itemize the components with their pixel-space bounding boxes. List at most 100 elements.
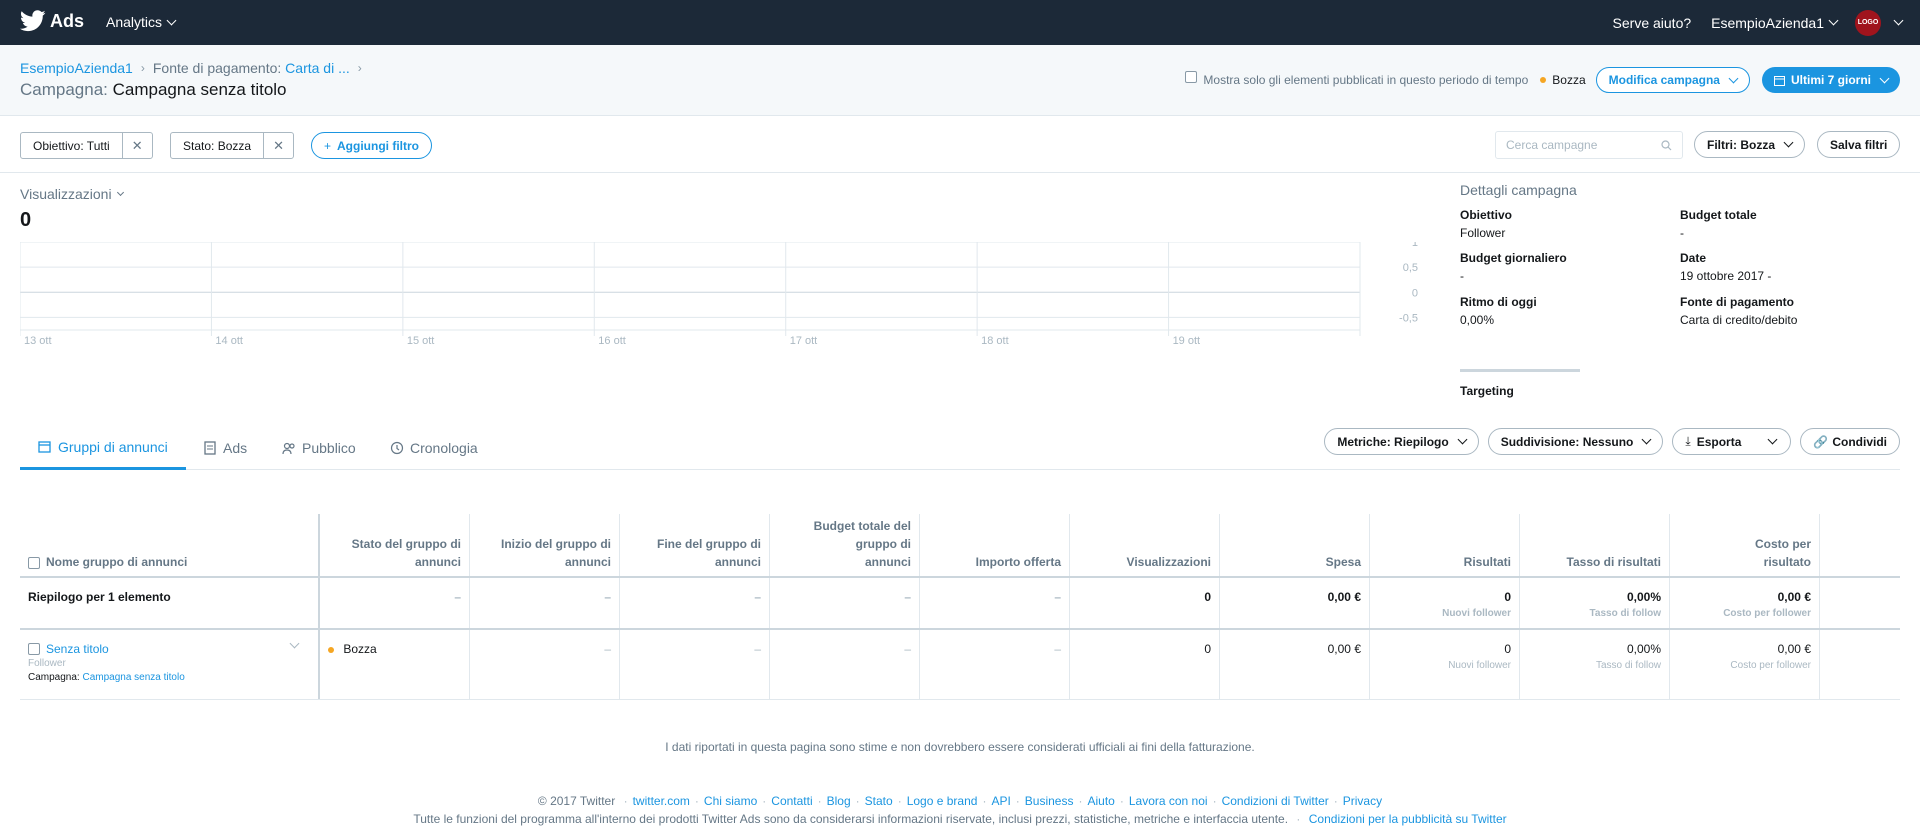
account-menu[interactable]: EsempioAzienda1 LOGO	[1711, 9, 1904, 36]
filters-menu-button[interactable]: Filtri: Bozza	[1694, 131, 1805, 158]
column-header-name[interactable]: Nome gruppo di annunci	[20, 514, 320, 576]
footer-link[interactable]: Lavora con noi	[1129, 794, 1208, 808]
breakdown-menu-button[interactable]: Suddivisione: Nessuno	[1487, 428, 1664, 455]
footer-separator: ·	[1212, 794, 1217, 808]
footer-notice: Tutte le funzioni del programma all'inte…	[413, 812, 1507, 826]
breadcrumb: EsempioAzienda1 › Fonte di pagamento: Ca…	[20, 60, 370, 76]
footer-link[interactable]: Condizioni di Twitter	[1222, 794, 1329, 808]
footer-link[interactable]: Blog	[827, 794, 851, 808]
footer-link[interactable]: Aiuto	[1087, 794, 1114, 808]
footer-link[interactable]: Logo e brand	[907, 794, 978, 808]
footer-link[interactable]: Privacy	[1343, 794, 1382, 808]
select-all-checkbox[interactable]	[28, 557, 40, 569]
tab-ads[interactable]: Ads	[203, 426, 247, 470]
brand-logo[interactable]: Ads	[20, 10, 84, 32]
detail-total-budget: Budget totale -	[1680, 208, 1757, 240]
detail-funding: Fonte di pagamento Carta di credito/debi…	[1680, 295, 1797, 327]
column-header-status[interactable]: Stato del gruppo di annunci	[320, 514, 470, 576]
summary-start: –	[470, 578, 620, 628]
footer-ads-terms-link[interactable]: Condizioni per la pubblicità su Twitter	[1309, 812, 1507, 826]
close-icon[interactable]: ✕	[263, 133, 293, 158]
footer-link[interactable]: twitter.com	[633, 794, 690, 808]
search-icon	[1661, 139, 1672, 150]
breadcrumb-funding-label: Fonte di pagamento:	[152, 60, 282, 76]
row-checkbox[interactable]	[28, 643, 40, 655]
metrics-menu-button[interactable]: Metriche: Riepilogo	[1324, 428, 1479, 455]
summary-end: –	[620, 578, 770, 628]
filter-chip-status[interactable]: Stato: Bozza ✕	[170, 132, 295, 159]
metric-selector[interactable]: Visualizzazioni	[20, 186, 124, 202]
column-header-views[interactable]: Visualizzazioni	[1070, 514, 1220, 576]
footer-notice-text: Tutte le funzioni del programma all'inte…	[413, 812, 1289, 826]
search-placeholder: Cerca campagne	[1506, 138, 1598, 152]
download-icon: ⤓	[1685, 434, 1691, 448]
campaign-link[interactable]: Campagna senza titolo	[82, 672, 184, 683]
chart-x-tick-label: 17 ott	[790, 335, 818, 347]
table-row: Senza titolo Follower Campagna: Campagna…	[20, 630, 1900, 700]
ad-group-link[interactable]: Senza titolo	[46, 642, 109, 656]
column-header-total-budget[interactable]: Budget totale del gruppo di annunci	[770, 514, 920, 576]
page-title-label: Campagna:	[20, 80, 108, 99]
column-header-label: Costo per risultato	[1754, 537, 1811, 569]
summary-views: 0	[1070, 578, 1220, 628]
ad-group-rate: 0,00% Tasso di follow	[1520, 630, 1670, 699]
tab-ad-groups[interactable]: Gruppi di annunci	[20, 426, 186, 470]
views-chart: 13 ott 14 ott 15 ott 16 ott 17 ott 18 ott 19 o…	[20, 242, 1418, 347]
save-filters-button[interactable]: Salva filtri	[1817, 131, 1901, 158]
filters-menu-label: Filtri: Bozza	[1707, 137, 1775, 152]
calendar-icon	[1773, 75, 1785, 86]
share-button[interactable]: 🔗 Condividi	[1800, 428, 1900, 455]
close-icon[interactable]: ✕	[121, 133, 152, 158]
tab-label: Ads	[223, 440, 248, 456]
ad-group-name-cell: Senza titolo Follower Campagna: Campagna…	[20, 630, 320, 699]
summary-spend: 0,00 €	[1220, 578, 1370, 628]
footer-separator: ·	[982, 794, 987, 808]
export-menu-button[interactable]: ⤓ Esporta	[1672, 428, 1792, 455]
breadcrumb-funding-link[interactable]: Carta di ...	[285, 60, 350, 76]
footer-link[interactable]: API	[991, 794, 1010, 808]
column-header-cost[interactable]: Costo per risultato	[1670, 514, 1820, 576]
only-published-checkbox[interactable]	[1185, 71, 1198, 83]
footer-link[interactable]: Contatti	[771, 794, 812, 808]
column-header-label: Budget totale del gruppo di annunci	[813, 519, 911, 569]
add-filter-button[interactable]: + Aggiungi filtro	[311, 132, 432, 159]
chevron-down-icon	[116, 188, 124, 196]
save-filters-label: Salva filtri	[1830, 137, 1888, 152]
detail-value: 0,00%	[1460, 313, 1495, 327]
edit-campaign-button[interactable]: Modifica campagna	[1595, 67, 1750, 93]
column-header-spend[interactable]: Spesa	[1220, 514, 1370, 576]
date-range-button[interactable]: Ultimi 7 giorni	[1761, 67, 1900, 93]
summary-bid: –	[920, 578, 1070, 628]
breadcrumb-account-link[interactable]: EsempioAzienda1	[20, 60, 133, 76]
link-icon: 🔗	[1813, 434, 1829, 449]
column-header-end[interactable]: Fine del gruppo di annunci	[620, 514, 770, 576]
detail-key: Budget totale	[1680, 208, 1757, 222]
column-header-results[interactable]: Risultati	[1370, 514, 1520, 576]
column-header-result-rate[interactable]: Tasso di risultati	[1520, 514, 1670, 576]
footer-link[interactable]: Stato	[865, 794, 893, 808]
footer-separator: ·	[1119, 794, 1124, 808]
chart-x-tick-label: 18 ott	[981, 335, 1009, 347]
tab-history[interactable]: Cronologia	[390, 426, 478, 470]
ad-group-end: –	[620, 630, 770, 699]
ad-group-cost-sub: Costo per follower	[1730, 660, 1811, 671]
footer-link[interactable]: Business	[1025, 794, 1074, 808]
footer-link[interactable]: Chi siamo	[704, 794, 757, 808]
detail-key: Fonte di pagamento	[1680, 295, 1794, 309]
column-header-bid[interactable]: Importo offerta	[920, 514, 1070, 576]
table-header-row: Nome gruppo di annunci Stato del gruppo …	[20, 514, 1900, 578]
avatar[interactable]: LOGO	[1855, 9, 1881, 36]
help-link[interactable]: Serve aiuto?	[1613, 15, 1692, 31]
column-header-start[interactable]: Inizio del gruppo di annunci	[470, 514, 620, 576]
search-input[interactable]: Cerca campagne	[1495, 131, 1683, 159]
filter-chip-label: Stato: Bozza	[183, 138, 252, 153]
footer-separator: ·	[694, 794, 699, 808]
analytics-menu[interactable]: Analytics	[106, 14, 177, 30]
column-header-label: Spesa	[1325, 555, 1361, 569]
tab-audience[interactable]: Pubblico	[282, 426, 356, 470]
summary-row: Riepilogo per 1 elemento – – – – – 0 0,0…	[20, 578, 1900, 630]
footer-separator: ·	[1078, 794, 1083, 808]
detail-key: Date	[1680, 251, 1707, 265]
filter-chip-objective[interactable]: Obiettivo: Tutti ✕	[20, 132, 153, 159]
tab-label: Pubblico	[302, 440, 356, 456]
